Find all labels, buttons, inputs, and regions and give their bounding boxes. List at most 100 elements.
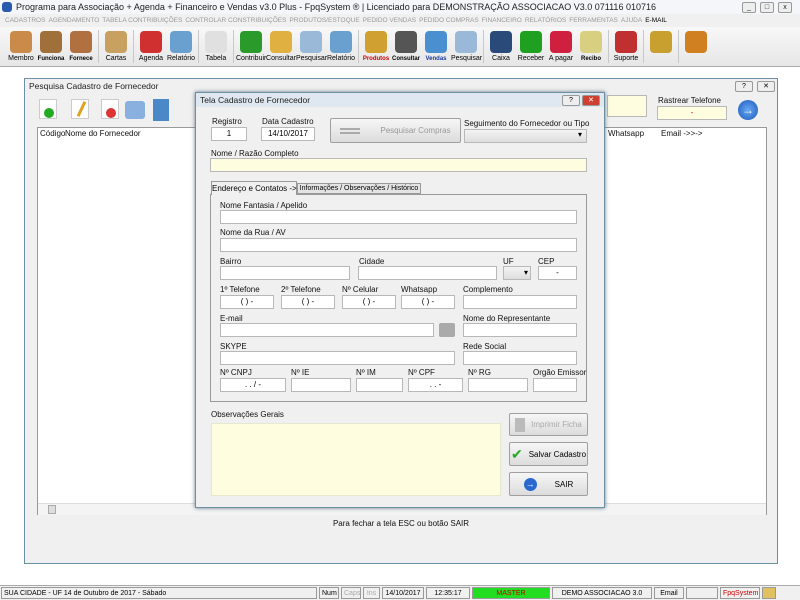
cidade-input[interactable] (358, 266, 497, 280)
menu-pedido-vendas[interactable]: PEDIDO VENDAS (363, 17, 416, 24)
toolbar-button-vendas[interactable]: Vendas (421, 27, 451, 67)
uf-select[interactable]: ▾ (503, 266, 531, 280)
menu-agendamento[interactable]: AGENDAMENTO (48, 17, 99, 24)
menu-email[interactable]: E-MAIL (645, 17, 667, 24)
uf-label: UF (503, 257, 514, 266)
menu-controlar-constribui-es[interactable]: CONTROLAR CONSTRIBUIÇÕES (185, 17, 286, 24)
skype-input[interactable] (220, 351, 455, 365)
status-date: 14/10/2017 (382, 587, 424, 599)
imprimir-ficha-button[interactable]: Imprimir Ficha (509, 413, 588, 436)
toolbar-button-produtos[interactable]: Produtos (361, 27, 391, 67)
menu-ferramentas[interactable]: FERRAMENTAS (569, 17, 618, 24)
toolbar-button-pesquisar[interactable]: Pesquisar (451, 27, 482, 67)
minimize-button[interactable]: _ (742, 2, 756, 13)
toolbar: Membro Funciona Fornece Cartas Agenda Relatór… (0, 27, 800, 67)
orgao-label: Orgão Emissor (533, 368, 587, 377)
cel-input[interactable]: ( ) - (342, 295, 396, 309)
pesquisar-compras-button[interactable]: Pesquisar Compras (330, 118, 461, 143)
employee-icon (40, 31, 62, 53)
complemento-input[interactable] (463, 295, 577, 309)
tab-endereco[interactable]: Endereço e Contatos -> (211, 181, 297, 195)
status-tools-icon[interactable] (686, 587, 718, 599)
registro-input[interactable]: 1 (211, 127, 247, 141)
toolbar-button-consultar[interactable]: Consultar (266, 27, 296, 67)
rastrear-label: Rastrear Telefone (658, 96, 721, 105)
data-cadastro-input[interactable]: 14/10/2017 (261, 127, 315, 141)
toolbar-button-receber[interactable]: Receber (516, 27, 546, 67)
observacoes-textarea[interactable] (211, 423, 501, 496)
toolbar-button-consultar[interactable]: Consultar (391, 27, 421, 67)
toolbar-button-tabela[interactable]: Tabela (201, 27, 231, 67)
maximize-button[interactable]: □ (760, 2, 774, 13)
rastrear-telefone-input[interactable]: - (657, 106, 727, 120)
cpf-input[interactable]: . . - (408, 378, 463, 392)
representante-input[interactable] (463, 323, 577, 337)
exit-icon[interactable] (153, 99, 169, 121)
toolbar-button-fornece[interactable]: Fornece (66, 27, 96, 67)
arrow-right-icon[interactable]: → (738, 100, 758, 120)
rua-input[interactable] (220, 238, 577, 252)
toolbar-button-agenda[interactable]: Agenda (136, 27, 166, 67)
menu-relat-rios[interactable]: RELATÓRIOS (525, 17, 566, 24)
print-icon[interactable] (125, 101, 145, 119)
column-whatsapp[interactable]: Whatsapp (608, 129, 644, 138)
sair-button[interactable]: → SAIR (509, 472, 588, 496)
search-field[interactable] (607, 95, 647, 117)
toolbar-button-funciona[interactable]: Funciona (36, 27, 66, 67)
menu-tabela-contribui-es[interactable]: TABELA CONTRIBUIÇÕES (102, 17, 182, 24)
toolbar-button-pesquisar[interactable]: Pesquisar (296, 27, 327, 67)
status-email[interactable]: Email (654, 587, 684, 599)
seguimento-select[interactable] (464, 129, 587, 143)
toolbar-button-exit-door-icon[interactable] (681, 27, 711, 67)
column-email[interactable]: Email ->>-> (661, 129, 703, 138)
tel2-input[interactable]: ( ) - (281, 295, 335, 309)
dialog-close-button[interactable]: ✕ (582, 95, 600, 106)
menu-financeiro[interactable]: FINANCEIRO (482, 17, 522, 24)
menu-pedido-compras[interactable]: PEDIDO COMPRAS (419, 17, 479, 24)
help-button[interactable]: ? (735, 81, 753, 92)
rg-input[interactable] (468, 378, 528, 392)
salvar-cadastro-button[interactable]: ✔ Salvar Cadastro (509, 442, 588, 466)
status-caps: Caps (341, 587, 361, 599)
toolbar-button-coins-icon[interactable] (646, 27, 676, 67)
dialog-help-button[interactable]: ? (562, 95, 580, 106)
cnpj-input[interactable]: . . / - (220, 378, 286, 392)
edit-icon[interactable] (71, 99, 89, 119)
column-nome[interactable]: Nome do Fornecedor (65, 129, 141, 138)
ie-input[interactable] (291, 378, 351, 392)
toolbar-button-contribuir[interactable]: Contribuir (236, 27, 266, 67)
menu-cadastros[interactable]: CADASTROS (5, 17, 45, 24)
toolbar-button-cartas[interactable]: Cartas (101, 27, 131, 67)
bairro-input[interactable] (220, 266, 350, 280)
email-input[interactable] (220, 323, 434, 337)
support-icon (615, 31, 637, 53)
nome-input[interactable] (210, 158, 587, 172)
close-app-button[interactable]: x (778, 2, 792, 13)
add-icon[interactable] (39, 99, 57, 119)
supplier-icon (70, 31, 92, 53)
tab-informacoes[interactable]: Informações / Observações / Histórico (297, 183, 421, 194)
close-button[interactable]: ✕ (757, 81, 775, 92)
toolbar-button-suporte[interactable]: Suporte (611, 27, 641, 67)
toolbar-button-relat-rio[interactable]: Relatório (166, 27, 196, 67)
toolbar-button-caixa[interactable]: Caixa (486, 27, 516, 67)
delete-icon[interactable] (101, 99, 119, 119)
tel1-input[interactable]: ( ) - (220, 295, 274, 309)
whats-input[interactable]: ( ) - (401, 295, 455, 309)
orgao-input[interactable] (533, 378, 577, 392)
rede-social-input[interactable] (463, 351, 577, 365)
menu-ajuda[interactable]: AJUDA (621, 17, 642, 24)
column-codigo[interactable]: Código (40, 129, 65, 138)
menu-produtos-estoque[interactable]: PRODUTOS/ESTOQUE (289, 17, 359, 24)
cep-input[interactable]: - (538, 266, 577, 280)
toolbar-button-recibo[interactable]: Recibo (576, 27, 606, 67)
im-input[interactable] (356, 378, 403, 392)
search-doc-icon (300, 31, 322, 53)
toolbar-button-a-pagar[interactable]: A pagar (546, 27, 576, 67)
toolbar-button-membro[interactable]: Membro (6, 27, 36, 67)
email-send-button[interactable] (439, 323, 455, 337)
toolbar-button-relat-rio[interactable]: Relatório (326, 27, 356, 67)
status-user: MASTER (472, 587, 550, 599)
fantasia-input[interactable] (220, 210, 577, 224)
toolbar-separator (483, 30, 484, 63)
